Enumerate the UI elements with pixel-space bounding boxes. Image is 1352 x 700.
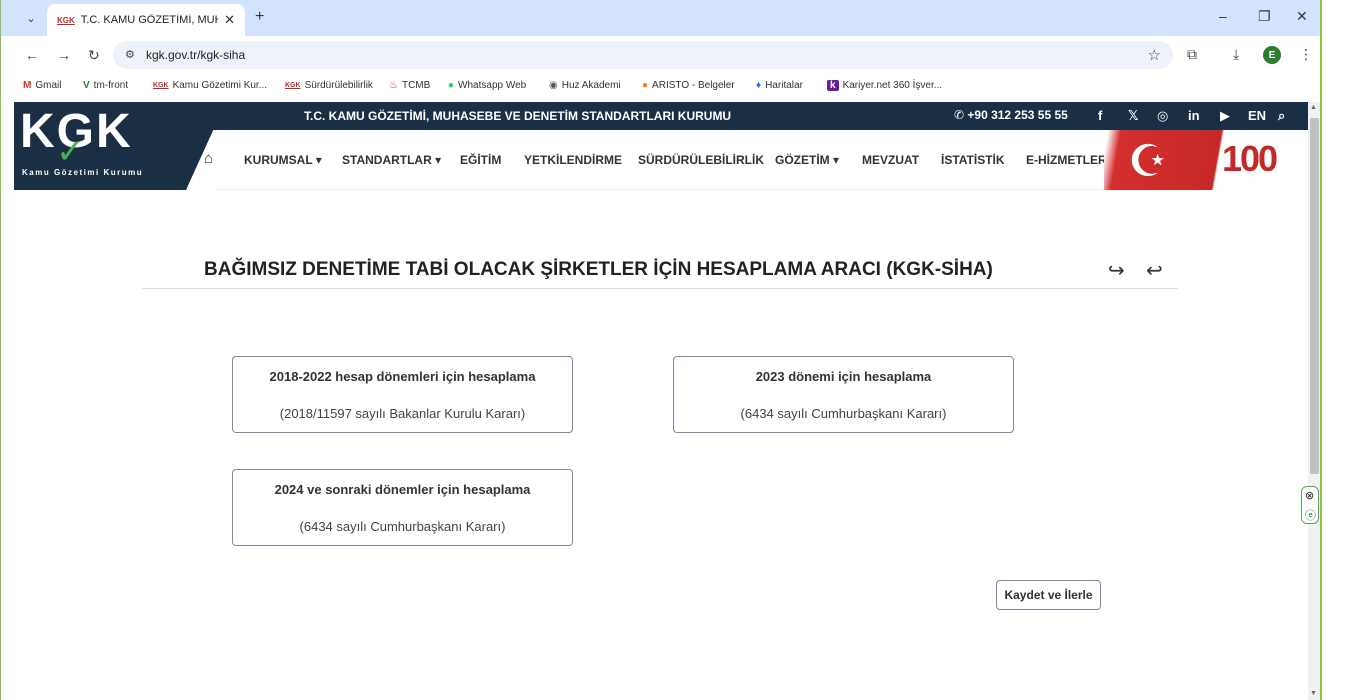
bookmark-star-icon[interactable]: ☆ xyxy=(1148,46,1161,64)
profile-avatar[interactable]: E xyxy=(1263,46,1281,64)
checkmark-icon: ✓ xyxy=(56,133,85,171)
scroll-up-icon[interactable]: ▲ xyxy=(1310,104,1317,111)
facebook-icon[interactable]: f xyxy=(1098,108,1102,123)
bookmarks-bar: M Gmail Vtm-front KGK Kamu Gözetimi Kur...… xyxy=(1,74,1320,100)
bookmark-surdurulebilirlik[interactable]: KGK Sürdürülebilirlik xyxy=(285,80,373,91)
vue-icon: V xyxy=(83,80,90,91)
extension-widget[interactable]: ⊗ ⓔ xyxy=(1301,486,1319,524)
extension-e-icon[interactable]: ⓔ xyxy=(1305,507,1316,523)
bookmark-haritalar[interactable]: ♦ Haritalar xyxy=(756,80,803,91)
nav-egitim[interactable]: EĞİTİM xyxy=(460,153,501,167)
chrome-menu-icon[interactable]: ⋮ xyxy=(1299,46,1313,63)
tab-title: T.C. KAMU GÖZETİMİ, MUHASE xyxy=(80,14,218,26)
tab-strip: ⌄ KGK T.C. KAMU GÖZETİMİ, MUHASE ✕ + – ❐… xyxy=(1,0,1320,36)
new-tab-icon[interactable]: + xyxy=(255,8,264,26)
kgk-website: T.C. KAMU GÖZETİMİ, MUHASEBE VE DENETİM … xyxy=(14,102,1308,700)
youtube-icon[interactable]: ▶ xyxy=(1220,108,1230,124)
bookmark-gmail[interactable]: M Gmail xyxy=(23,80,61,91)
page-title: BAĞIMSIZ DENETİME TABİ OLACAK ŞİRKETLER … xyxy=(204,259,993,280)
caret-down-icon: ▾ xyxy=(315,153,322,167)
maps-pin-icon: ♦ xyxy=(756,80,762,91)
kgk-icon: KGK xyxy=(153,82,169,89)
nav-kurumsal[interactable]: KURUMSAL ▾ xyxy=(244,153,322,167)
forward-arrow-icon[interactable]: → xyxy=(57,47,71,63)
browser-tab[interactable]: KGK T.C. KAMU GÖZETİMİ, MUHASE ✕ xyxy=(47,4,245,36)
kgk-icon: KGK xyxy=(285,82,301,89)
url-omnibox[interactable]: ⚙ kgk.gov.tr/kgk-siha ☆ xyxy=(113,41,1173,69)
phone-number[interactable]: ✆ +90 312 253 55 55 xyxy=(954,108,1068,122)
nav-gozetim[interactable]: GÖZETİM ▾ xyxy=(775,153,839,167)
card-title: 2024 ve sonraki dönemler için hesaplama xyxy=(274,482,531,497)
calc-card-2023[interactable]: 2023 dönemi için hesaplama (6434 sayılı … xyxy=(673,356,1014,433)
site-settings-icon[interactable]: ⚙ xyxy=(125,48,135,61)
close-circle-icon[interactable]: ⊗ xyxy=(1305,489,1314,502)
turkish-flag-banner: ☪ 100 xyxy=(1104,130,1308,190)
bookmark-huz-akademi[interactable]: ◉ Huz Akademi xyxy=(549,80,621,91)
back-arrow-icon[interactable]: ← xyxy=(25,47,39,63)
kariyer-icon: k xyxy=(827,80,839,91)
url-text[interactable]: kgk.gov.tr/kgk-siha xyxy=(146,48,245,62)
scrollbar-thumb[interactable] xyxy=(1310,118,1319,474)
browser-window: ⌄ KGK T.C. KAMU GÖZETİMİ, MUHASE ✕ + – ❐… xyxy=(0,0,1322,700)
phone-icon: ✆ xyxy=(954,108,968,122)
nav-standartlar[interactable]: STANDARTLAR ▾ xyxy=(342,153,441,167)
language-switch[interactable]: EN xyxy=(1248,108,1266,123)
nav-e-hizmetler[interactable]: E-HİZMETLER xyxy=(1026,153,1107,167)
card-subtitle: (6434 sayılı Cumhurbaşkanı Kararı) xyxy=(299,519,506,534)
share-icon[interactable]: ↪ xyxy=(1108,258,1125,283)
instagram-icon[interactable]: ◎ xyxy=(1157,108,1168,124)
tcmb-icon: ♨ xyxy=(389,80,398,91)
bookmark-aristo[interactable]: ● ARISTO - Belgeler xyxy=(642,80,735,91)
address-bar: ← → ↻ ⚙ kgk.gov.tr/kgk-siha ☆ xyxy=(1,36,1320,74)
institution-name: T.C. KAMU GÖZETİMİ, MUHASEBE VE DENETİM … xyxy=(304,109,732,123)
nav-mevzuat[interactable]: MEVZUAT xyxy=(862,153,919,167)
tab-close-icon[interactable]: ✕ xyxy=(224,12,235,28)
bookmark-tm-front[interactable]: Vtm-front xyxy=(83,80,128,91)
home-icon[interactable]: ⌂ xyxy=(204,150,213,167)
calc-card-2018-2022[interactable]: 2018-2022 hesap dönemleri için hesaplama… xyxy=(232,356,573,433)
card-subtitle: (2018/11597 sayılı Bakanlar Kurulu Karar… xyxy=(279,406,526,421)
card-title: 2018-2022 hesap dönemleri için hesaplama xyxy=(269,369,536,384)
back-reply-icon[interactable]: ↩ xyxy=(1146,258,1163,283)
scroll-down-icon[interactable]: ▼ xyxy=(1310,690,1317,697)
whatsapp-icon: ● xyxy=(448,80,455,91)
centenary-logo: 100 xyxy=(1222,138,1278,179)
globe-icon: ◉ xyxy=(549,80,558,91)
extensions-icon[interactable]: ⧉ xyxy=(1187,46,1197,63)
card-title: 2023 dönemi için hesaplama xyxy=(755,369,932,384)
nav-istatistik[interactable]: İSTATİSTİK xyxy=(941,153,1005,167)
logo-subtitle: Kamu Gözetimi Kurumu xyxy=(22,168,144,177)
reload-icon[interactable]: ↻ xyxy=(88,47,100,64)
calc-card-2024-onwards[interactable]: 2024 ve sonraki dönemler için hesaplama … xyxy=(232,469,573,546)
minimize-icon[interactable]: – xyxy=(1219,8,1227,24)
linkedin-icon[interactable]: in xyxy=(1188,108,1200,123)
aristo-icon: ● xyxy=(642,80,649,91)
download-icon[interactable]: ⤓ xyxy=(1233,46,1239,63)
caret-down-icon: ▾ xyxy=(435,153,442,167)
kgk-favicon-icon: KGK xyxy=(57,15,75,25)
bookmark-kamu-gozetimi[interactable]: KGK Kamu Gözetimi Kur... xyxy=(153,80,267,91)
search-icon[interactable]: ⌕ xyxy=(1278,108,1285,124)
crescent-star-icon: ☪ xyxy=(1128,137,1168,186)
tab-search-icon[interactable]: ⌄ xyxy=(19,8,43,28)
nav-surdurulebilirlik[interactable]: SÜRDÜRÜLEBİLİRLİK xyxy=(638,153,764,167)
bookmark-tcmb[interactable]: ♨ TCMB xyxy=(389,80,430,91)
caret-down-icon: ▾ xyxy=(833,153,840,167)
restore-icon[interactable]: ❐ xyxy=(1258,8,1271,25)
x-twitter-icon[interactable]: 𝕏 xyxy=(1128,108,1138,124)
window-close-icon[interactable]: ✕ xyxy=(1296,8,1308,25)
title-divider xyxy=(142,288,1178,289)
nav-yetkilendirme[interactable]: YETKİLENDİRME xyxy=(524,153,622,167)
gmail-icon: M xyxy=(23,80,32,91)
bookmark-kariyer[interactable]: k Kariyer.net 360 İşver... xyxy=(827,80,942,91)
save-and-continue-button[interactable]: Kaydet ve İlerle xyxy=(996,580,1101,610)
kgk-logo[interactable]: KGK ✓ Kamu Gözetimi Kurumu xyxy=(14,102,214,190)
card-subtitle: (6434 sayılı Cumhurbaşkanı Kararı) xyxy=(740,406,947,421)
bookmark-whatsapp[interactable]: ● Whatsapp Web xyxy=(448,80,526,91)
